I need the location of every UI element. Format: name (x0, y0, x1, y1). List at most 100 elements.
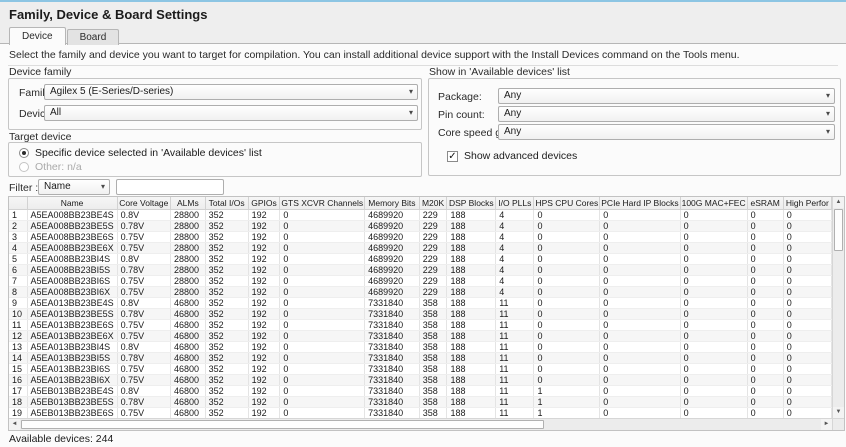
cell[interactable]: A5EA008BB23BE6X (27, 243, 117, 254)
package-select[interactable]: Any ▾ (498, 88, 835, 104)
horizontal-scrollbar[interactable]: ◄ ► (9, 418, 832, 430)
column-header[interactable]: PCIe Hard IP Blocks (600, 197, 680, 210)
cell[interactable]: 188 (447, 221, 496, 232)
cell[interactable]: 0 (747, 210, 783, 221)
cell[interactable]: 0 (783, 265, 831, 276)
cell[interactable]: 0 (783, 386, 831, 397)
cell[interactable]: 0 (783, 364, 831, 375)
cell[interactable]: 192 (248, 265, 280, 276)
cell[interactable]: 192 (248, 243, 280, 254)
cell[interactable]: 358 (419, 397, 447, 408)
scroll-up-button[interactable]: ▲ (833, 197, 844, 208)
cell[interactable]: 352 (205, 298, 248, 309)
cell[interactable]: 7331840 (365, 353, 420, 364)
table-row[interactable]: 14A5EA013BB23BI5S0.78V468003521920733184… (9, 353, 832, 364)
cell[interactable]: A5EA013BB23BE5S (27, 309, 117, 320)
cell[interactable]: 192 (248, 298, 280, 309)
cell[interactable]: 358 (419, 309, 447, 320)
column-header[interactable]: Memory Bits (365, 197, 420, 210)
table-row[interactable]: 9A5EA013BB23BE4S0.8V46800352192073318403… (9, 298, 832, 309)
cell[interactable]: 0 (280, 331, 365, 342)
cell[interactable]: 7331840 (365, 309, 420, 320)
cell[interactable]: 352 (205, 353, 248, 364)
cell[interactable]: 0 (600, 386, 680, 397)
cell[interactable]: 46800 (171, 298, 206, 309)
cell[interactable]: 188 (447, 309, 496, 320)
cell[interactable]: 352 (205, 243, 248, 254)
cell[interactable]: 192 (248, 232, 280, 243)
cell[interactable]: 192 (248, 287, 280, 298)
cell[interactable]: 0 (747, 254, 783, 265)
filter-query-input[interactable] (116, 179, 224, 195)
cell[interactable]: 1 (534, 397, 600, 408)
cell[interactable]: 0.75V (117, 276, 170, 287)
cell[interactable]: 0.75V (117, 287, 170, 298)
cell[interactable]: 7331840 (365, 298, 420, 309)
cell[interactable]: 0 (280, 364, 365, 375)
cell[interactable]: 0 (600, 320, 680, 331)
cell[interactable]: 11 (496, 386, 534, 397)
cell[interactable]: A5EA008BB23BE5S (27, 221, 117, 232)
cell[interactable]: 28800 (171, 232, 206, 243)
cell[interactable]: 11 (496, 309, 534, 320)
cell[interactable]: 188 (447, 364, 496, 375)
cell[interactable]: 0 (600, 210, 680, 221)
cell[interactable]: 28800 (171, 276, 206, 287)
cell[interactable]: 0.75V (117, 320, 170, 331)
cell[interactable]: 0 (280, 386, 365, 397)
cell[interactable]: 0 (600, 265, 680, 276)
table-row[interactable]: 17A5EB013BB23BE4S0.8V4680035219207331840… (9, 386, 832, 397)
cell[interactable]: 46800 (171, 309, 206, 320)
cell[interactable]: 0 (280, 210, 365, 221)
cell[interactable]: 28800 (171, 265, 206, 276)
cell[interactable]: 46800 (171, 331, 206, 342)
cell[interactable]: 0 (534, 375, 600, 386)
cell[interactable]: 0 (280, 353, 365, 364)
cell[interactable]: 0 (747, 364, 783, 375)
cell[interactable]: 0 (280, 265, 365, 276)
core-speed-grade-select[interactable]: Any ▾ (498, 124, 835, 140)
cell[interactable]: 188 (447, 320, 496, 331)
cell[interactable]: 0 (747, 276, 783, 287)
cell[interactable]: 188 (447, 243, 496, 254)
cell[interactable]: 229 (419, 221, 447, 232)
cell[interactable]: 0.78V (117, 309, 170, 320)
table-row[interactable]: 7A5EA008BB23BI6S0.75V2880035219204689920… (9, 276, 832, 287)
cell[interactable]: 0 (680, 375, 747, 386)
column-header[interactable]: I/O PLLs (496, 197, 534, 210)
cell[interactable]: 4 (496, 221, 534, 232)
cell[interactable]: 0 (280, 243, 365, 254)
cell[interactable]: 352 (205, 276, 248, 287)
cell[interactable]: 352 (205, 375, 248, 386)
cell[interactable]: 358 (419, 353, 447, 364)
cell[interactable]: 352 (205, 309, 248, 320)
cell[interactable]: 46800 (171, 386, 206, 397)
table-row[interactable]: 1A5EA008BB23BE4S0.8V28800352192046899202… (9, 210, 832, 221)
cell[interactable]: 0 (783, 320, 831, 331)
cell[interactable]: 28800 (171, 221, 206, 232)
table-row[interactable]: 11A5EA013BB23BE6S0.75V468003521920733184… (9, 320, 832, 331)
table-row[interactable]: 6A5EA008BB23BI5S0.78V2880035219204689920… (9, 265, 832, 276)
cell[interactable]: 0 (747, 243, 783, 254)
cell[interactable]: 4689920 (365, 232, 420, 243)
cell[interactable]: 0 (534, 353, 600, 364)
cell[interactable]: 7331840 (365, 331, 420, 342)
cell[interactable]: 229 (419, 265, 447, 276)
cell[interactable]: 0 (783, 342, 831, 353)
cell[interactable]: 4689920 (365, 221, 420, 232)
cell[interactable]: 0.8V (117, 342, 170, 353)
cell[interactable]: 0 (747, 232, 783, 243)
cell[interactable]: 4 (496, 243, 534, 254)
cell[interactable]: 11 (496, 375, 534, 386)
cell[interactable]: 188 (447, 353, 496, 364)
cell[interactable]: 46800 (171, 353, 206, 364)
cell[interactable]: 192 (248, 210, 280, 221)
cell[interactable]: 0 (534, 265, 600, 276)
cell[interactable]: 0 (280, 397, 365, 408)
cell[interactable]: 0 (534, 276, 600, 287)
cell[interactable]: 0 (534, 298, 600, 309)
column-header[interactable]: eSRAM (747, 197, 783, 210)
table-row[interactable]: 16A5EA013BB23BI6X0.75V468003521920733184… (9, 375, 832, 386)
cell[interactable]: 4689920 (365, 276, 420, 287)
cell[interactable]: 358 (419, 408, 447, 419)
